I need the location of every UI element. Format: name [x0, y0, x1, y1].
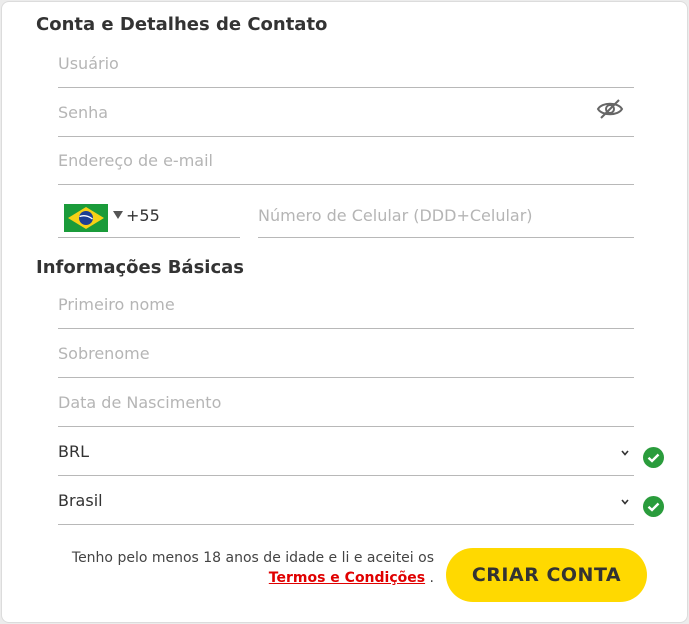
password-field[interactable]: Senha [58, 97, 634, 137]
email-placeholder: Endereço de e-mail [58, 151, 213, 170]
terms-statement: Tenho pelo menos 18 anos de idade e li e… [71, 550, 434, 566]
country-code-value: +55 [126, 206, 160, 225]
currency-select[interactable]: BRL [58, 436, 634, 476]
first-name-placeholder: Primeiro nome [58, 295, 175, 314]
currency-value: BRL [58, 442, 90, 461]
dob-placeholder: Data de Nascimento [58, 393, 222, 412]
terms-text: Tenho pelo menos 18 anos de idade e li e… [62, 548, 434, 588]
registration-card: Conta e Detalhes de Contato Usuário Senh… [1, 1, 688, 623]
email-field[interactable]: Endereço de e-mail [58, 145, 634, 185]
username-placeholder: Usuário [58, 54, 119, 73]
check-circle-icon [643, 447, 664, 468]
chevron-down-icon [620, 494, 630, 505]
terms-suffix: . [429, 570, 434, 586]
dob-field[interactable]: Data de Nascimento [58, 387, 634, 427]
eye-slash-icon[interactable] [596, 97, 624, 121]
country-value: Brasil [58, 491, 103, 510]
chevron-down-icon [620, 445, 630, 456]
password-placeholder: Senha [58, 103, 109, 122]
first-name-field[interactable]: Primeiro nome [58, 289, 634, 329]
last-name-field[interactable]: Sobrenome [58, 338, 634, 378]
country-code-select[interactable]: +55 [58, 198, 240, 238]
section-title-basic: Informações Básicas [36, 257, 244, 278]
phone-placeholder: Número de Celular (DDD+Celular) [258, 206, 533, 225]
terms-link[interactable]: Termos e Condições [269, 570, 425, 586]
username-field[interactable]: Usuário [58, 48, 634, 88]
phone-input[interactable]: Número de Celular (DDD+Celular) [258, 198, 634, 238]
country-select[interactable]: Brasil [58, 485, 634, 525]
brazil-flag-icon [64, 204, 108, 232]
last-name-placeholder: Sobrenome [58, 344, 150, 363]
caret-down-icon [113, 211, 123, 219]
section-title-account: Conta e Detalhes de Contato [36, 14, 328, 35]
create-account-button[interactable]: CRIAR CONTA [446, 548, 647, 602]
check-circle-icon [643, 496, 664, 517]
